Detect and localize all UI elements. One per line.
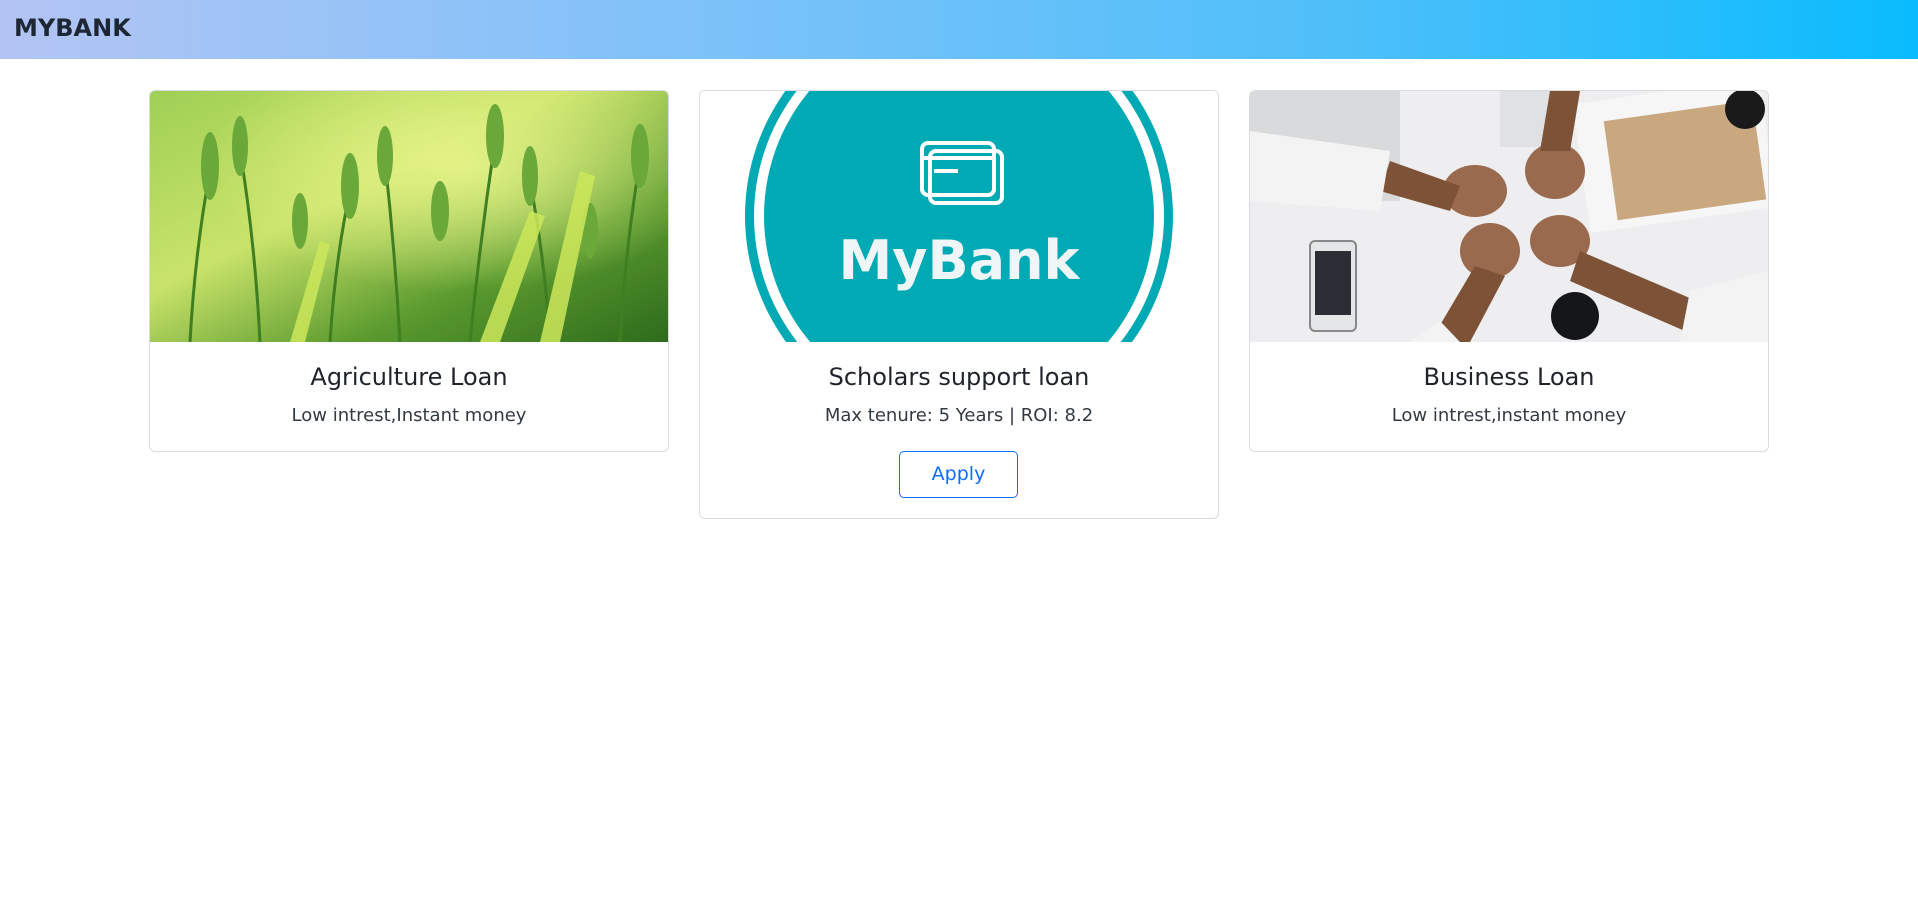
card-title: Agriculture Loan [310, 363, 508, 391]
apply-button[interactable]: Apply [899, 451, 1018, 498]
logo-text: MyBank [838, 229, 1080, 292]
loan-card-scholars: MyBank Scholars support loan Max tenure:… [699, 90, 1219, 519]
team-fist-bump-image [1250, 91, 1768, 342]
brand-logo[interactable]: MYBANK [14, 13, 131, 43]
card-title: Scholars support loan [828, 363, 1090, 391]
navbar: MYBANK [0, 0, 1918, 59]
mybank-logo-image: MyBank [700, 91, 1218, 342]
card-text: Low intrest,instant money [1391, 405, 1627, 426]
loan-card-agriculture: Agriculture Loan Low intrest,Instant mon… [149, 90, 669, 452]
card-text: Low intrest,Instant money [291, 405, 527, 426]
card-text: Max tenure: 5 Years | ROI: 8.2 [824, 405, 1094, 426]
card-title: Business Loan [1423, 363, 1595, 391]
loan-card-business: Business Loan Low intrest,instant money [1249, 90, 1769, 452]
wheat-field-image [150, 91, 668, 342]
